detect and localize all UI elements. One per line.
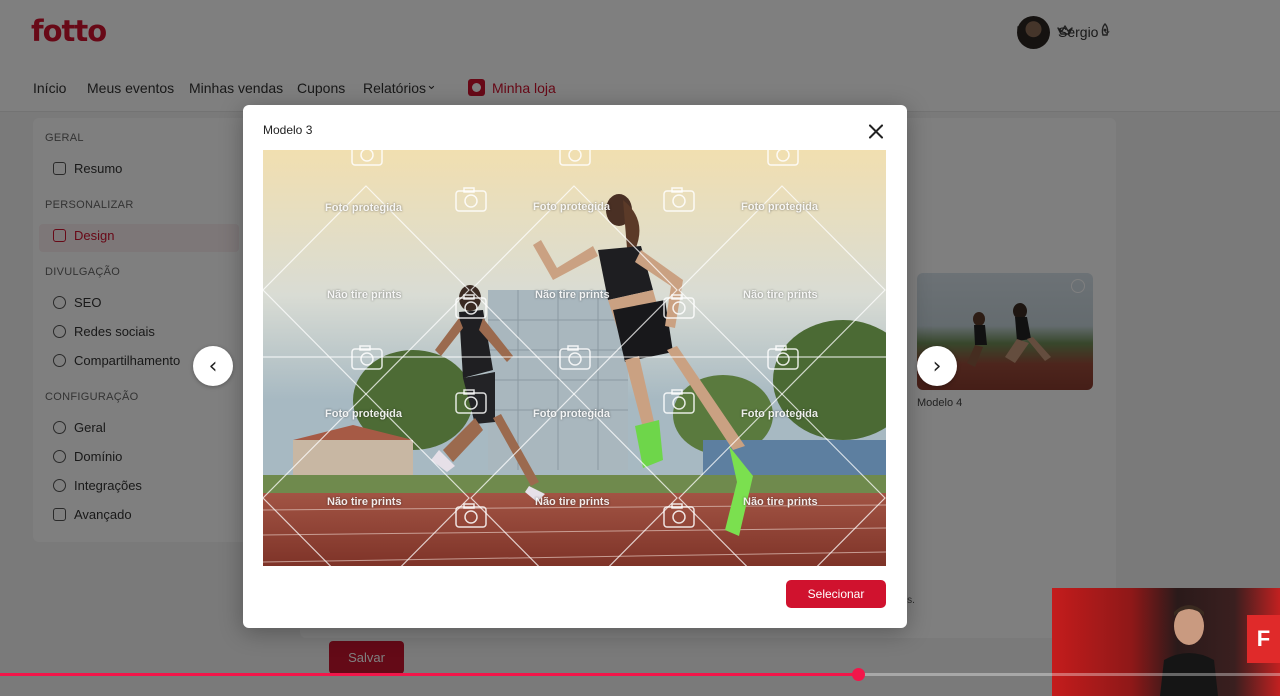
watermark-text: Foto protegida xyxy=(533,201,610,213)
chevron-left-icon: ‹ xyxy=(208,353,218,379)
watermark-text: Não tire prints xyxy=(535,496,610,508)
template-preview-image: Foto protegida Foto protegida Foto prote… xyxy=(263,150,886,566)
select-button[interactable]: Selecionar xyxy=(786,580,886,608)
next-template-button[interactable]: › xyxy=(917,346,957,386)
chevron-right-icon: › xyxy=(932,353,942,379)
video-progress-bar[interactable] xyxy=(0,668,1280,681)
webcam-overlay xyxy=(1052,588,1280,696)
modal-title: Modelo 3 xyxy=(263,123,313,137)
presenter-image xyxy=(1160,605,1218,696)
watermark-text: Não tire prints xyxy=(743,289,818,301)
watermark-text: Foto protegida xyxy=(325,202,402,214)
watermark-text: Não tire prints xyxy=(327,496,402,508)
fotto-f-icon: F xyxy=(1256,626,1271,651)
brand-badge: F xyxy=(1247,615,1280,663)
watermark-text: Não tire prints xyxy=(535,289,610,301)
watermark-text: Foto protegida xyxy=(325,408,402,420)
video-progress-knob[interactable] xyxy=(851,668,865,681)
watermark-text: Foto protegida xyxy=(533,408,610,420)
watermark-text: Não tire prints xyxy=(327,289,402,301)
close-icon[interactable] xyxy=(865,121,887,143)
previous-template-button[interactable]: ‹ xyxy=(193,346,233,386)
watermark-text: Foto protegida xyxy=(741,408,818,420)
video-progress-fill xyxy=(0,673,858,676)
watermark-text: Foto protegida xyxy=(741,201,818,213)
template-preview-modal: Modelo 3 Foto protegida Foto protegida F… xyxy=(243,105,907,628)
watermark-text: Não tire prints xyxy=(743,496,818,508)
